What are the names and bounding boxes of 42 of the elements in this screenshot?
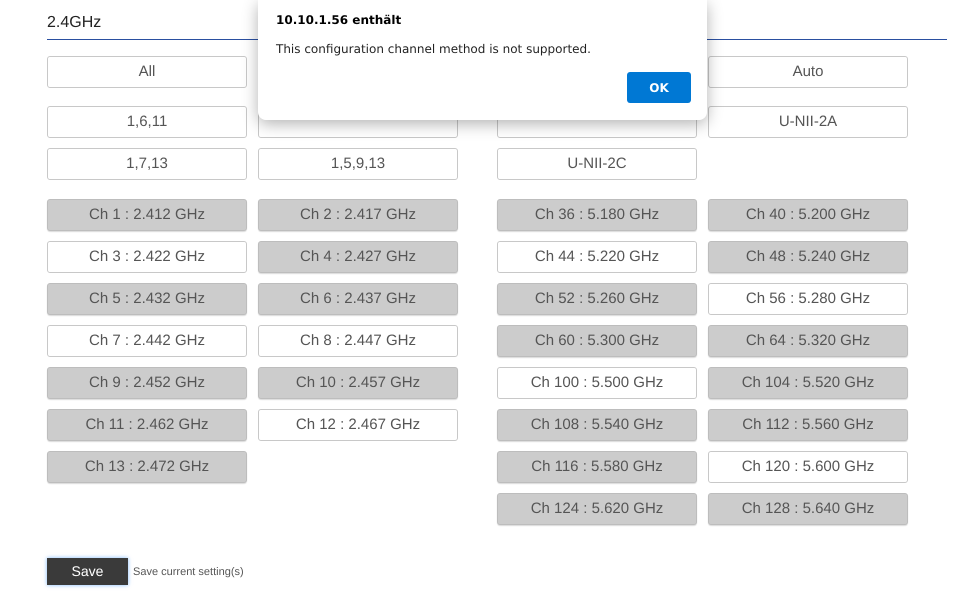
channel-button[interactable]: Ch 128 : 5.640 GHz xyxy=(708,493,908,525)
channel-button[interactable]: Ch 8 : 2.447 GHz xyxy=(258,325,458,357)
preset-button[interactable]: Auto xyxy=(708,56,908,88)
channel-button[interactable]: Ch 2 : 2.417 GHz xyxy=(258,199,458,231)
channel-button[interactable]: Ch 1 : 2.412 GHz xyxy=(47,199,247,231)
channel-button[interactable]: Ch 64 : 5.320 GHz xyxy=(708,325,908,357)
preset-button[interactable]: U-NII-2A xyxy=(708,106,908,138)
channel-button[interactable]: Ch 4 : 2.427 GHz xyxy=(258,241,458,273)
channel-button[interactable]: Ch 100 : 5.500 GHz xyxy=(497,367,697,399)
channel-button[interactable]: Ch 52 : 5.260 GHz xyxy=(497,283,697,315)
channel-button[interactable]: Ch 9 : 2.452 GHz xyxy=(47,367,247,399)
dialog-message: This configuration channel method is not supported. xyxy=(276,41,591,58)
channel-button[interactable]: Ch 11 : 2.462 GHz xyxy=(47,409,247,441)
section-title: 2.4GHz xyxy=(47,14,102,31)
channel-button[interactable]: Ch 124 : 5.620 GHz xyxy=(497,493,697,525)
save-button[interactable]: Save xyxy=(47,558,128,585)
channel-button[interactable]: Ch 12 : 2.467 GHz xyxy=(258,409,458,441)
channel-button[interactable]: Ch 36 : 5.180 GHz xyxy=(497,199,697,231)
channel-button[interactable]: Ch 112 : 5.560 GHz xyxy=(708,409,908,441)
channel-button[interactable]: Ch 56 : 5.280 GHz xyxy=(708,283,908,315)
channel-button[interactable]: Ch 108 : 5.540 GHz xyxy=(497,409,697,441)
channel-button[interactable]: Ch 40 : 5.200 GHz xyxy=(708,199,908,231)
channel-button[interactable]: Ch 44 : 5.220 GHz xyxy=(497,241,697,273)
channel-button[interactable]: Ch 13 : 2.472 GHz xyxy=(47,451,247,483)
preset-button[interactable]: All xyxy=(47,56,247,88)
ok-button[interactable]: OK xyxy=(627,72,691,103)
channel-button[interactable]: Ch 7 : 2.442 GHz xyxy=(47,325,247,357)
preset-button[interactable]: U-NII-2C xyxy=(497,148,697,180)
channel-button[interactable]: Ch 116 : 5.580 GHz xyxy=(497,451,697,483)
channel-button[interactable]: Ch 10 : 2.457 GHz xyxy=(258,367,458,399)
channel-button[interactable]: Ch 3 : 2.422 GHz xyxy=(47,241,247,273)
channel-button[interactable]: Ch 60 : 5.300 GHz xyxy=(497,325,697,357)
preset-button[interactable]: 1,6,11 xyxy=(47,106,247,138)
channel-button[interactable]: Ch 6 : 2.437 GHz xyxy=(258,283,458,315)
channel-button[interactable]: Ch 48 : 5.240 GHz xyxy=(708,241,908,273)
save-hint: Save current setting(s) xyxy=(133,565,244,580)
channel-button[interactable]: Ch 5 : 2.432 GHz xyxy=(47,283,247,315)
preset-button[interactable]: 1,5,9,13 xyxy=(258,148,458,180)
preset-button[interactable]: 1,7,13 xyxy=(47,148,247,180)
channel-button[interactable]: Ch 104 : 5.520 GHz xyxy=(708,367,908,399)
dialog-title: 10.10.1.56 enthält xyxy=(276,12,402,29)
channel-button[interactable]: Ch 120 : 5.600 GHz xyxy=(708,451,908,483)
